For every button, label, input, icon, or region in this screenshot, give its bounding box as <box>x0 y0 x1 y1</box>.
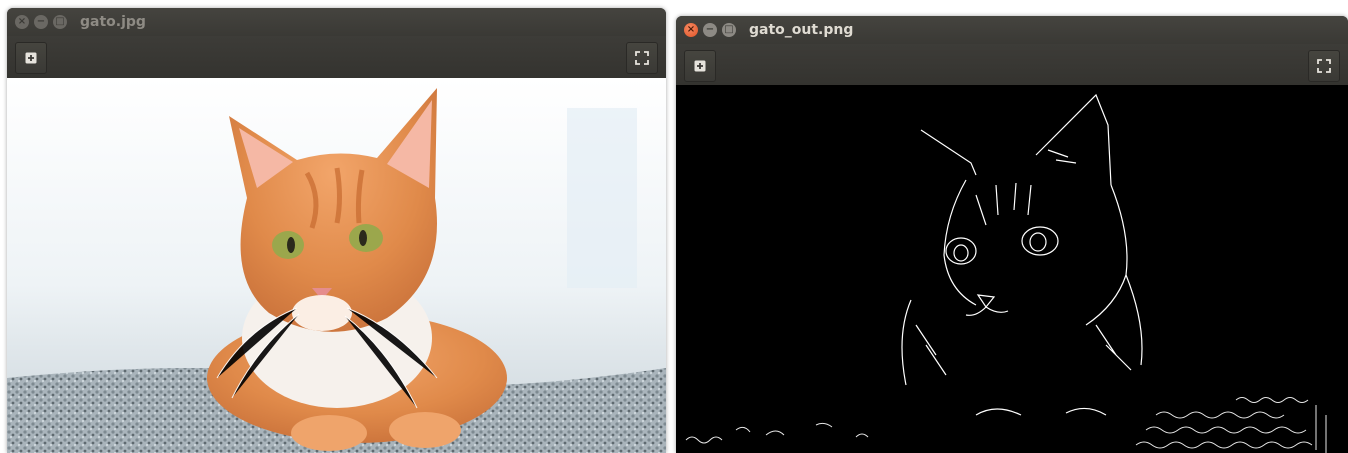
toolbar <box>676 44 1348 86</box>
toolbar <box>7 36 666 79</box>
titlebar[interactable]: × − □ gato.jpg <box>7 8 666 36</box>
zoom-in-button[interactable] <box>15 42 47 74</box>
window-gato-jpg[interactable]: × − □ gato.jpg <box>7 8 666 453</box>
titlebar[interactable]: × − □ gato_out.png <box>676 16 1348 44</box>
image-viewport[interactable] <box>676 85 1348 453</box>
zoom-in-button[interactable] <box>684 50 716 82</box>
window-title: gato.jpg <box>80 14 146 30</box>
cat-photo <box>7 78 666 453</box>
maximize-icon[interactable]: □ <box>722 23 736 37</box>
fullscreen-button[interactable] <box>1308 50 1340 82</box>
edge-image <box>676 85 1348 453</box>
minimize-icon[interactable]: − <box>703 23 717 37</box>
close-icon[interactable]: × <box>684 23 698 37</box>
window-gato-out-png[interactable]: × − □ gato_out.png <box>676 16 1348 453</box>
fullscreen-icon <box>635 51 649 65</box>
minimize-icon[interactable]: − <box>34 15 48 29</box>
zoom-in-icon <box>25 52 37 64</box>
close-icon[interactable]: × <box>15 15 29 29</box>
window-title: gato_out.png <box>749 22 854 38</box>
maximize-icon[interactable]: □ <box>53 15 67 29</box>
fullscreen-icon <box>1317 59 1331 73</box>
image-viewport[interactable] <box>7 78 666 453</box>
fullscreen-button[interactable] <box>626 42 658 74</box>
zoom-in-icon <box>694 60 706 72</box>
